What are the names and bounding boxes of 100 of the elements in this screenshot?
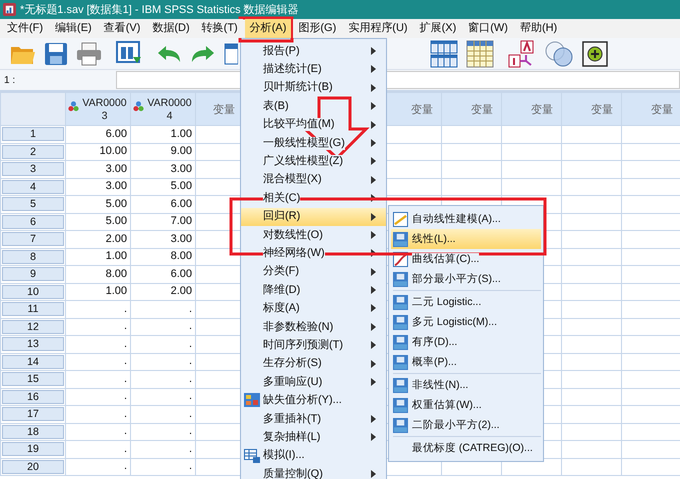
menu-item[interactable]: 权重估算(W)...: [391, 395, 541, 415]
table-cell[interactable]: 1.00: [66, 248, 130, 266]
value-labels-icon[interactable]: [508, 40, 536, 68]
menu-item[interactable]: 生存分析(S): [241, 354, 386, 374]
row-header[interactable]: 9: [2, 267, 64, 282]
menu-item[interactable]: 分析(A): [244, 19, 292, 38]
table-cell[interactable]: .: [66, 300, 130, 318]
row-header[interactable]: 6: [2, 214, 64, 229]
row-header[interactable]: 20: [2, 460, 64, 474]
menu-item[interactable]: 概率(P)...: [391, 352, 541, 372]
row-header[interactable]: 17: [2, 407, 64, 422]
row-header[interactable]: 14: [2, 354, 64, 369]
row-header[interactable]: 2: [2, 144, 64, 159]
menu-item[interactable]: 回归(R): [241, 208, 386, 226]
menu-item[interactable]: 非线性(N)...: [391, 375, 541, 395]
menu-item[interactable]: 有序(D)...: [391, 332, 541, 352]
menu-item[interactable]: 部分最小平方(S)...: [391, 269, 541, 289]
undo-icon[interactable]: [156, 44, 182, 64]
table-cell[interactable]: 2.00: [66, 230, 130, 248]
table-cell[interactable]: .: [66, 370, 130, 388]
row-header[interactable]: 11: [2, 302, 64, 316]
column-header[interactable]: 变量: [442, 92, 502, 126]
table-cell[interactable]: 2.00: [130, 283, 196, 300]
column-header[interactable]: 变量: [502, 92, 562, 126]
table-cell[interactable]: 5.00: [130, 178, 196, 196]
column-header[interactable]: 变量: [622, 92, 680, 126]
table-cell[interactable]: 3.00: [130, 230, 196, 248]
grid-table-icon[interactable]: [430, 40, 458, 68]
menu-item[interactable]: 报告(P): [241, 42, 386, 60]
menu-item[interactable]: 非参数检验(N): [241, 318, 386, 336]
menu-item[interactable]: 对数线性(O): [241, 226, 386, 244]
table-cell[interactable]: .: [130, 353, 196, 370]
row-header[interactable]: 8: [2, 250, 64, 264]
menu-item[interactable]: 广义线性模型(Z): [241, 152, 386, 171]
add-button-icon[interactable]: [582, 40, 608, 66]
table-cell[interactable]: .: [66, 353, 130, 370]
table-cell[interactable]: .: [66, 406, 130, 423]
menu-item[interactable]: 模拟(I)...: [241, 446, 386, 465]
row-header[interactable]: 18: [2, 424, 64, 439]
spreadsheet-icon[interactable]: [466, 40, 494, 68]
column-header[interactable]: VAR00003: [66, 92, 130, 126]
menu-item[interactable]: 二阶最小平方(2)...: [391, 415, 541, 435]
table-cell[interactable]: .: [130, 388, 196, 406]
row-header[interactable]: 15: [2, 372, 64, 386]
row-header[interactable]: 5: [2, 197, 64, 212]
save-icon[interactable]: [44, 42, 68, 66]
row-header[interactable]: 16: [2, 390, 64, 404]
table-cell[interactable]: 5.00: [66, 213, 130, 230]
menu-item[interactable]: 降维(D): [241, 281, 386, 300]
table-cell[interactable]: 10.00: [66, 143, 130, 160]
table-cell[interactable]: 9.00: [130, 143, 196, 160]
table-cell[interactable]: 5.00: [66, 196, 130, 213]
table-cell[interactable]: .: [130, 406, 196, 423]
row-header[interactable]: 7: [2, 232, 64, 246]
printer-icon[interactable]: [76, 42, 102, 66]
table-cell[interactable]: .: [130, 318, 196, 336]
table-cell[interactable]: 3.00: [66, 160, 130, 178]
menu-item[interactable]: 分类(F): [241, 262, 386, 282]
table-icon[interactable]: [224, 42, 238, 66]
menu-item[interactable]: 多元 Logistic(M)...: [391, 312, 541, 332]
menu-item[interactable]: 线性(L)...: [391, 229, 541, 249]
menu-item[interactable]: 多重插补(T): [241, 410, 386, 428]
table-cell[interactable]: .: [66, 458, 130, 476]
table-cell[interactable]: .: [66, 388, 130, 406]
table-cell[interactable]: 6.00: [130, 266, 196, 283]
menu-item[interactable]: 缺失值分析(Y)...: [241, 391, 386, 410]
menu-item[interactable]: 描述统计(E): [241, 60, 386, 79]
row-header[interactable]: 3: [2, 162, 64, 176]
table-cell[interactable]: .: [66, 440, 130, 458]
menu-item[interactable]: 一般线性模型(G): [241, 134, 386, 152]
menu-item[interactable]: 质量控制(Q): [241, 464, 386, 479]
table-cell[interactable]: .: [130, 458, 196, 476]
menu-item[interactable]: 多重响应(U): [241, 373, 386, 392]
table-cell[interactable]: 3.00: [130, 160, 196, 178]
table-cell[interactable]: 8.00: [130, 248, 196, 266]
menu-item[interactable]: 混合模型(X): [241, 170, 386, 190]
table-cell[interactable]: .: [130, 336, 196, 353]
table-cell[interactable]: 3.00: [66, 178, 130, 196]
redo-icon[interactable]: [190, 44, 216, 64]
table-cell[interactable]: .: [66, 318, 130, 336]
column-header[interactable]: 变量: [562, 92, 622, 126]
menu-item[interactable]: 二元 Logistic...: [391, 292, 541, 312]
menu-item[interactable]: 自动线性建模(A)...: [391, 209, 541, 229]
menu-item[interactable]: 复杂抽样(L): [241, 428, 386, 447]
column-header[interactable]: VAR00004: [130, 92, 196, 126]
table-cell[interactable]: .: [66, 423, 130, 440]
table-cell[interactable]: 6.00: [66, 126, 130, 143]
row-header[interactable]: 4: [2, 180, 64, 194]
table-cell[interactable]: 6.00: [130, 196, 196, 213]
table-cell[interactable]: 1.00: [66, 283, 130, 300]
table-cell[interactable]: .: [130, 370, 196, 388]
table-cell[interactable]: 8.00: [66, 266, 130, 283]
row-header[interactable]: 13: [2, 337, 64, 352]
table-cell[interactable]: .: [130, 440, 196, 458]
menu-item[interactable]: 曲线估算(C)...: [391, 249, 541, 269]
menu-item[interactable]: 神经网络(W): [241, 244, 386, 263]
row-header[interactable]: 12: [2, 320, 64, 334]
row-header[interactable]: 1: [2, 127, 64, 142]
table-cell[interactable]: .: [130, 300, 196, 318]
table-cell[interactable]: .: [130, 423, 196, 440]
